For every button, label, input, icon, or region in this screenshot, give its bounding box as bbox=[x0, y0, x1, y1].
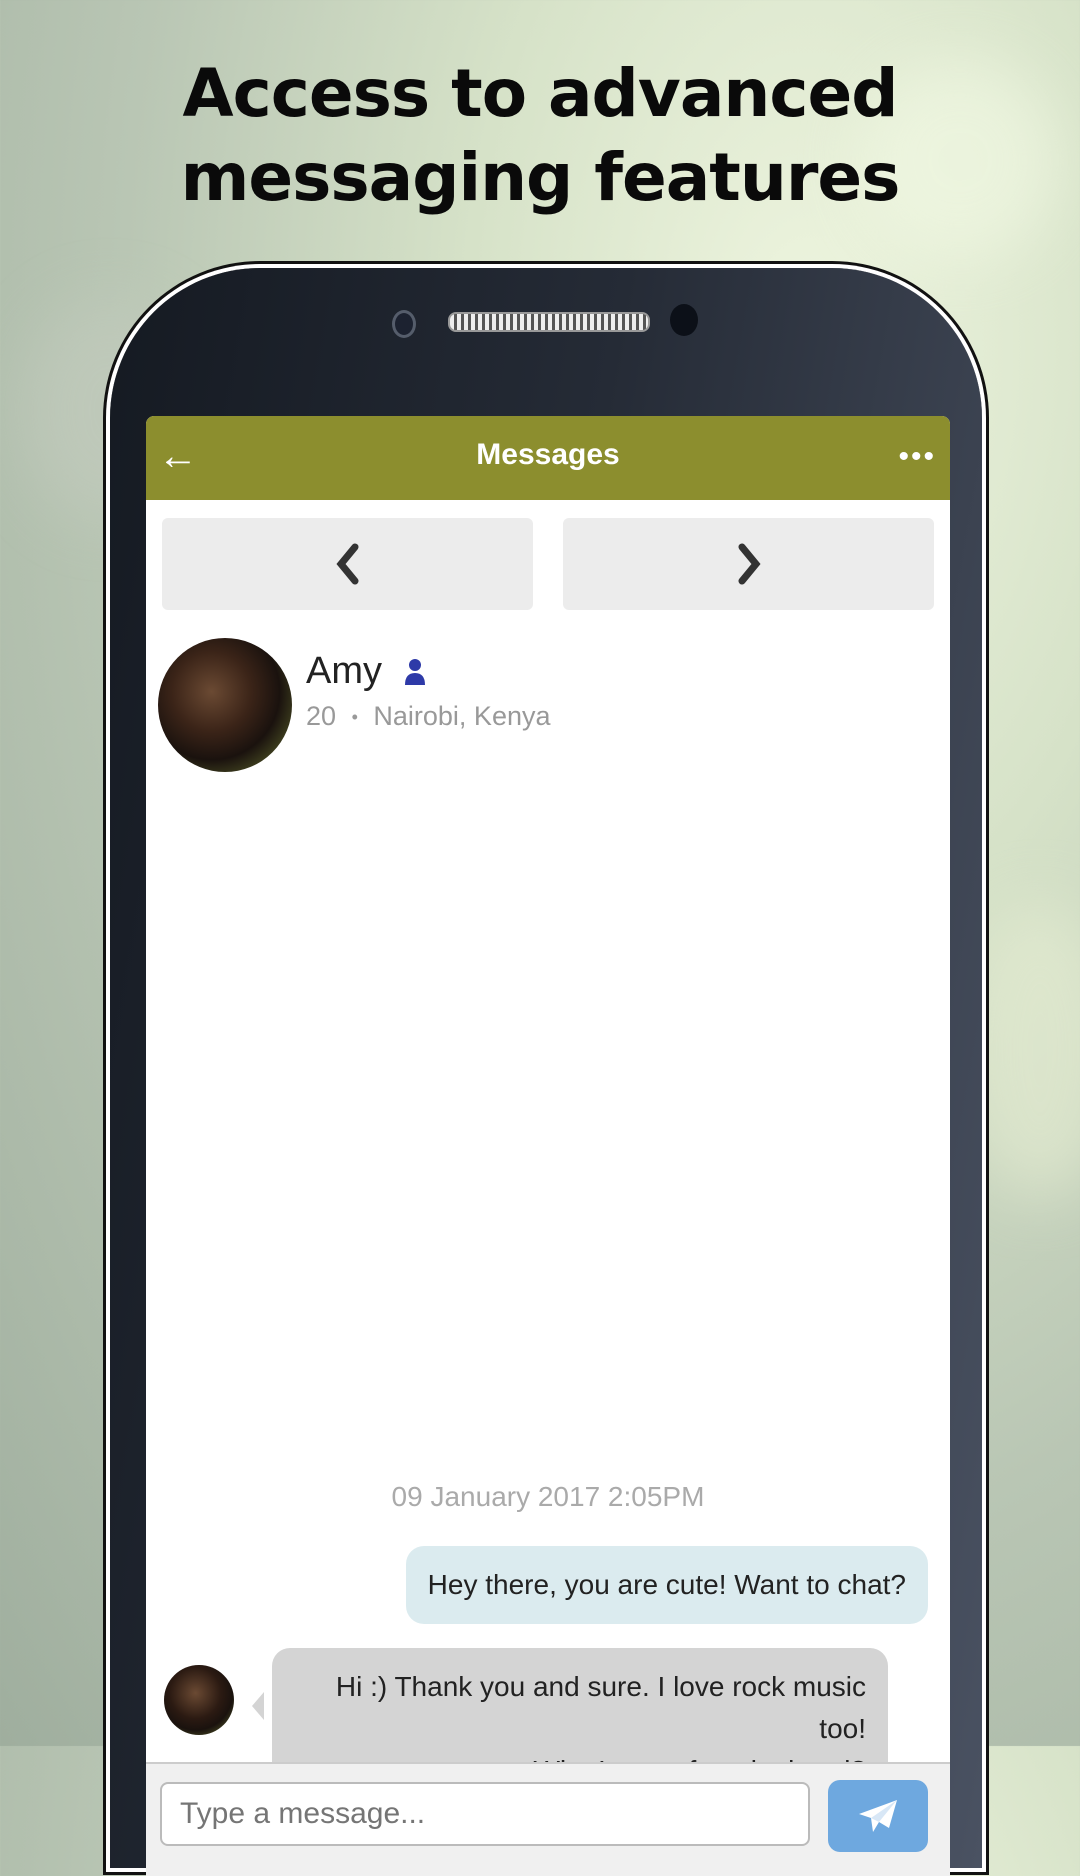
chevron-left-icon bbox=[335, 543, 358, 585]
previous-conversation-button[interactable] bbox=[162, 518, 533, 610]
avatar[interactable] bbox=[158, 638, 292, 772]
message-line: Hi :) Thank you and sure. I love rock mu… bbox=[335, 1671, 866, 1744]
profile-header[interactable]: Amy 20 • Nairobi, Kenya bbox=[158, 638, 551, 772]
message-composer bbox=[146, 1762, 950, 1876]
phone-frame: ← Messages ••• Amy 20 • Nairobi, Kenya 0… bbox=[110, 268, 982, 1876]
user-icon bbox=[405, 658, 425, 685]
message-timestamp: 09 January 2017 2:05PM bbox=[391, 1481, 705, 1512]
next-conversation-button[interactable] bbox=[563, 518, 934, 610]
message-bubble-sent: Hey there, you are cute! Want to chat? bbox=[405, 1546, 928, 1624]
message-input[interactable] bbox=[160, 1782, 810, 1846]
chevron-right-icon bbox=[738, 543, 761, 585]
phone-screen: ← Messages ••• Amy 20 • Nairobi, Kenya 0… bbox=[146, 416, 950, 1876]
promo-headline: Access to advanced messaging features bbox=[0, 52, 1080, 220]
conversation-nav bbox=[146, 500, 950, 610]
send-button[interactable] bbox=[828, 1780, 928, 1852]
page-title: Messages bbox=[476, 438, 620, 471]
profile-name: Amy bbox=[306, 650, 382, 692]
sender-avatar[interactable] bbox=[164, 1665, 234, 1735]
more-dots-icon[interactable]: ••• bbox=[898, 440, 936, 474]
earpiece-speaker bbox=[448, 312, 650, 332]
headline-line-2: messaging features bbox=[180, 139, 901, 216]
headline-line-1: Access to advanced bbox=[182, 55, 899, 132]
profile-location: Nairobi, Kenya bbox=[373, 701, 551, 731]
app-bar: ← Messages ••• bbox=[146, 416, 950, 500]
proximity-sensor bbox=[670, 304, 698, 336]
profile-age: 20 bbox=[306, 701, 337, 731]
separator-dot: • bbox=[351, 707, 358, 728]
paper-plane-icon bbox=[859, 1800, 897, 1832]
front-camera bbox=[392, 310, 416, 338]
